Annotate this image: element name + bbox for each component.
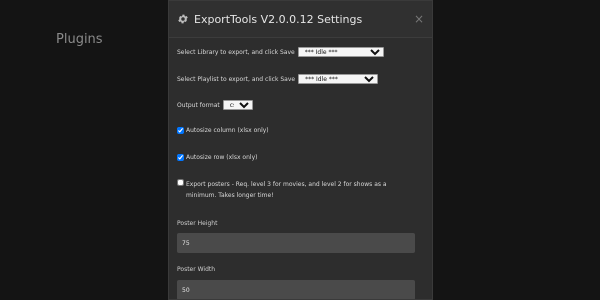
export-posters-label: Export posters - Req. level 3 for movies… bbox=[186, 181, 387, 199]
modal-header: ExportTools V2.0.0.12 Settings × bbox=[169, 1, 432, 38]
playlist-select[interactable]: *** Idle *** bbox=[298, 74, 379, 84]
modal-title: ExportTools V2.0.0.12 Settings bbox=[194, 12, 363, 26]
playlist-row: Select Playlist to export, and click Sav… bbox=[177, 74, 379, 84]
poster-height-input[interactable] bbox=[177, 233, 415, 253]
autosize-row-row: Autosize row (xlsx only) bbox=[177, 154, 257, 161]
poster-height-label: Poster Height bbox=[177, 220, 218, 227]
playlist-label: Select Playlist to export, and click Sav… bbox=[177, 75, 296, 83]
output-format-select[interactable]: csv bbox=[222, 100, 253, 110]
library-select[interactable]: *** Idle *** bbox=[297, 47, 384, 57]
page-title: Plugins bbox=[56, 32, 103, 47]
export-posters-row: Export posters - Req. level 3 for movies… bbox=[177, 179, 415, 201]
close-icon[interactable]: × bbox=[414, 12, 424, 26]
autosize-column-row: Autosize column (xlsx only) bbox=[177, 127, 269, 134]
autosize-column-checkbox[interactable] bbox=[177, 127, 184, 134]
library-row: Select Library to export, and click Save… bbox=[177, 47, 384, 57]
library-label: Select Library to export, and click Save bbox=[177, 48, 295, 56]
gear-icon bbox=[178, 14, 188, 24]
settings-modal: ExportTools V2.0.0.12 Settings × Select … bbox=[168, 0, 433, 300]
autosize-row-label: Autosize row (xlsx only) bbox=[186, 154, 258, 161]
poster-width-label: Poster Width bbox=[177, 266, 216, 273]
export-posters-checkbox[interactable] bbox=[177, 179, 184, 186]
poster-width-input[interactable] bbox=[177, 280, 415, 299]
autosize-column-label: Autosize column (xlsx only) bbox=[186, 127, 269, 134]
output-format-row: Output format csv bbox=[177, 100, 253, 110]
output-format-label: Output format bbox=[177, 101, 220, 109]
autosize-row-checkbox[interactable] bbox=[177, 154, 184, 161]
